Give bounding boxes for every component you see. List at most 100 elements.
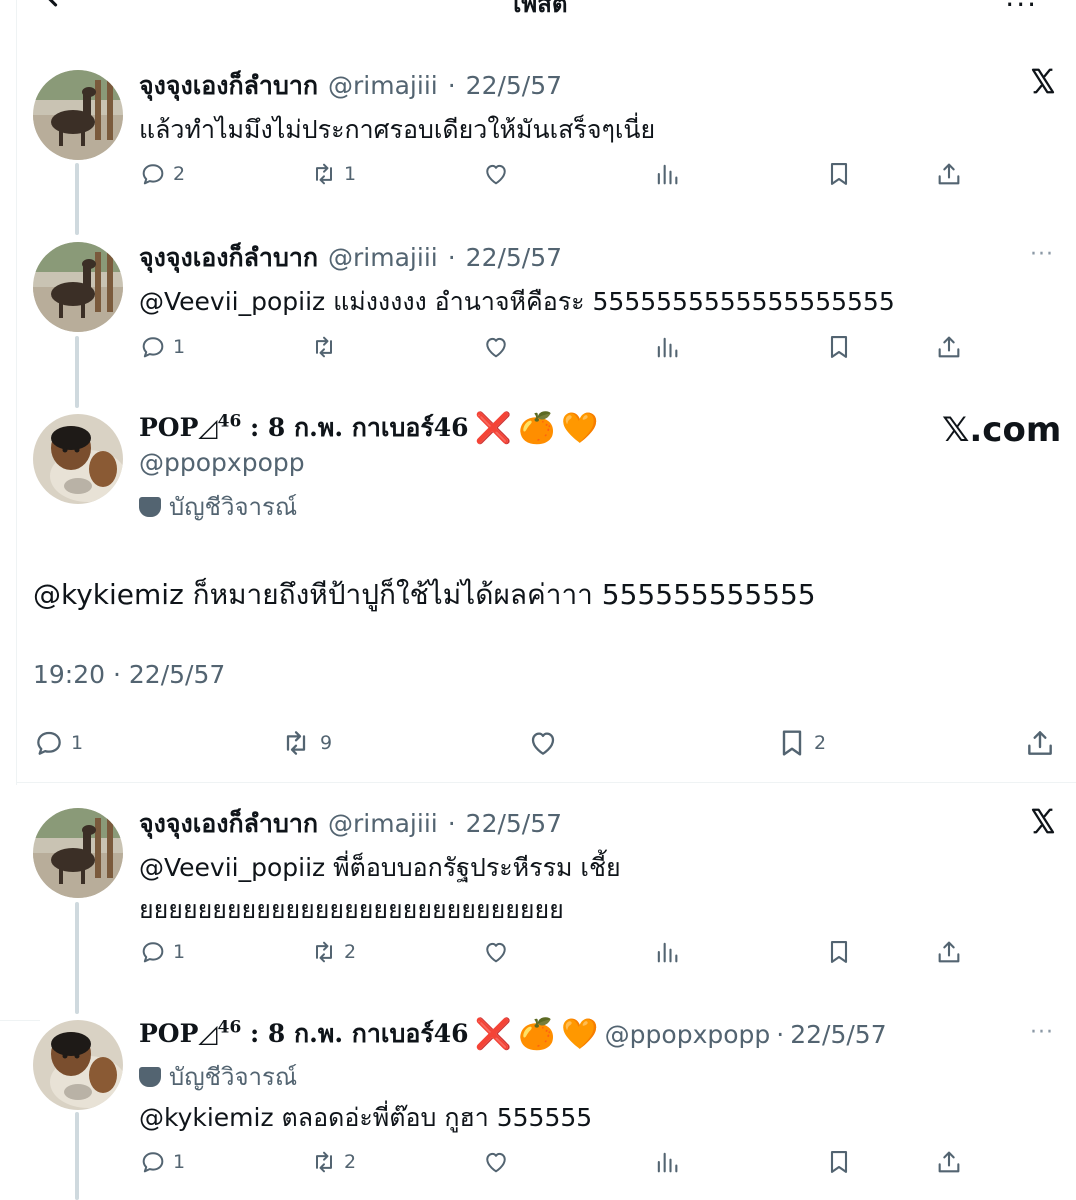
views-button[interactable] [653, 1148, 681, 1176]
more-icon[interactable]: ... [1005, 0, 1038, 13]
post-text: @kykiemiz ตลอดอ่ะพี่ต๊อบ กูฮา 555555 [139, 1103, 593, 1132]
handle[interactable]: @rimajiii [328, 71, 438, 100]
x-logo-icon[interactable] [1028, 66, 1058, 100]
handle[interactable]: @ppopxpopp [139, 448, 305, 477]
x-com-label[interactable]: 𝕏.com [942, 410, 1061, 450]
share-icon [935, 1148, 963, 1176]
display-name[interactable]: POP◿46 : 8 ก.พ. กาเบอร์46 [139, 1014, 469, 1054]
page-title: โพสต์ [508, 0, 568, 18]
bookmark-icon [825, 938, 853, 966]
post-text: แล้วทำไมมึงไม่ประกาศรอบเดียวให้มันเสร็จๆ… [139, 115, 656, 144]
share-icon [1024, 727, 1056, 759]
share-button[interactable] [935, 160, 963, 188]
more-icon[interactable]: ··· [1030, 1020, 1054, 1045]
repost-button[interactable]: 2 [310, 1148, 356, 1176]
avatar[interactable] [33, 414, 123, 504]
post-date[interactable]: 22/5/57 [466, 243, 562, 272]
like-button[interactable] [482, 1148, 510, 1176]
badge-label: บัญชีวิจารณ์ [169, 493, 298, 521]
handle[interactable]: @rimajiii [328, 809, 438, 838]
handle[interactable]: @ppopxpopp [605, 1020, 771, 1049]
like-button[interactable] [482, 333, 510, 361]
post-header: จุงจุงเองก็ลำบาก @rimajiii · 22/5/57 [139, 804, 562, 844]
share-icon [935, 160, 963, 188]
share-button[interactable] [935, 1148, 963, 1176]
orange-heart-emoji: 🧡 [561, 410, 599, 446]
reply-icon [139, 938, 167, 966]
post-date[interactable]: 22/5/57 [790, 1020, 886, 1049]
thread-line [75, 336, 79, 408]
repost-button[interactable]: 1 [310, 160, 356, 188]
avatar[interactable] [33, 1020, 123, 1110]
reply-count: 2 [173, 163, 186, 185]
orange-heart-emoji: 🧡 [561, 1016, 599, 1052]
repost-count: 9 [320, 732, 333, 754]
views-button[interactable] [653, 160, 681, 188]
avatar[interactable] [33, 808, 123, 898]
top-bar: โพสต์ ... [0, 0, 1076, 22]
bookmark-button[interactable] [825, 1148, 853, 1176]
bookmark-icon [825, 160, 853, 188]
bookmark-button[interactable] [825, 333, 853, 361]
reply-count: 1 [71, 732, 84, 754]
reply-button[interactable]: 1 [139, 1148, 185, 1176]
x-logo-icon[interactable] [1028, 806, 1058, 840]
like-icon [482, 938, 510, 966]
like-button[interactable] [527, 727, 559, 759]
share-button[interactable] [1024, 727, 1056, 759]
views-button[interactable] [653, 938, 681, 966]
repost-button[interactable]: 2 [310, 938, 356, 966]
repost-count: 2 [344, 1151, 357, 1173]
reply-icon [33, 727, 65, 759]
reply-icon [139, 1148, 167, 1176]
repost-icon [310, 333, 338, 361]
post-date[interactable]: 22/5/57 [466, 71, 562, 100]
parody-badge: บัญชีวิจารณ์ [139, 487, 297, 526]
display-name[interactable]: จุงจุงเองก็ลำบาก [139, 238, 318, 278]
separator: · [447, 71, 456, 100]
share-button[interactable] [935, 938, 963, 966]
bookmark-button[interactable] [825, 160, 853, 188]
share-button[interactable] [935, 333, 963, 361]
handle[interactable]: @rimajiii [328, 243, 438, 272]
thread-line [75, 1112, 79, 1200]
reply-button[interactable]: 1 [139, 333, 185, 361]
repost-icon [278, 727, 314, 759]
parody-badge: บัญชีวิจารณ์ [139, 1057, 297, 1096]
orange-emoji: 🍊 [517, 410, 556, 446]
views-button[interactable] [653, 333, 681, 361]
mask-icon [139, 496, 161, 517]
display-name[interactable]: จุงจุงเองก็ลำบาก [139, 804, 318, 844]
post-text: @Veevii_popiiz แม่งงงงง อำนาจหีคือระ 555… [139, 287, 895, 316]
display-name[interactable]: จุงจุงเองก็ลำบาก [139, 66, 318, 106]
bookmark-button[interactable]: 2 [776, 727, 826, 759]
reply-button[interactable]: 1 [33, 727, 83, 759]
separator: · [447, 809, 456, 838]
more-icon[interactable]: ··· [1030, 242, 1054, 267]
reply-count: 1 [173, 941, 186, 963]
reply-button[interactable]: 1 [139, 938, 185, 966]
like-button[interactable] [482, 160, 510, 188]
post-timestamp[interactable]: 19:20 · 22/5/57 [33, 660, 225, 689]
bookmark-icon [825, 1148, 853, 1176]
views-icon [653, 1148, 681, 1176]
like-icon [482, 333, 510, 361]
like-button[interactable] [482, 938, 510, 966]
display-name[interactable]: POP◿46 : 8 ก.พ. กาเบอร์46 [139, 408, 469, 448]
repost-button[interactable]: 9 [278, 727, 332, 759]
cross-mark-emoji: ❌ [474, 410, 512, 446]
bookmark-button[interactable] [825, 938, 853, 966]
reply-button[interactable]: 2 [139, 160, 185, 188]
avatar[interactable] [33, 242, 123, 332]
views-icon [653, 938, 681, 966]
orange-emoji: 🍊 [517, 1016, 556, 1052]
repost-icon [310, 938, 338, 966]
repost-button[interactable] [310, 333, 338, 361]
avatar[interactable] [33, 70, 123, 160]
reply-count: 1 [173, 336, 186, 358]
post-text-line1: @Veevii_popiiz พี่ต็อบบอกรัฐประหีรรม เชี… [139, 853, 621, 882]
post-date[interactable]: 22/5/57 [466, 809, 562, 838]
post-text: @kykiemiz ก็หมายถึงหีป้าปูก็ใช้ไม่ได้ผลค… [33, 578, 816, 611]
divider-small [0, 1020, 40, 1021]
repost-icon [310, 1148, 338, 1176]
